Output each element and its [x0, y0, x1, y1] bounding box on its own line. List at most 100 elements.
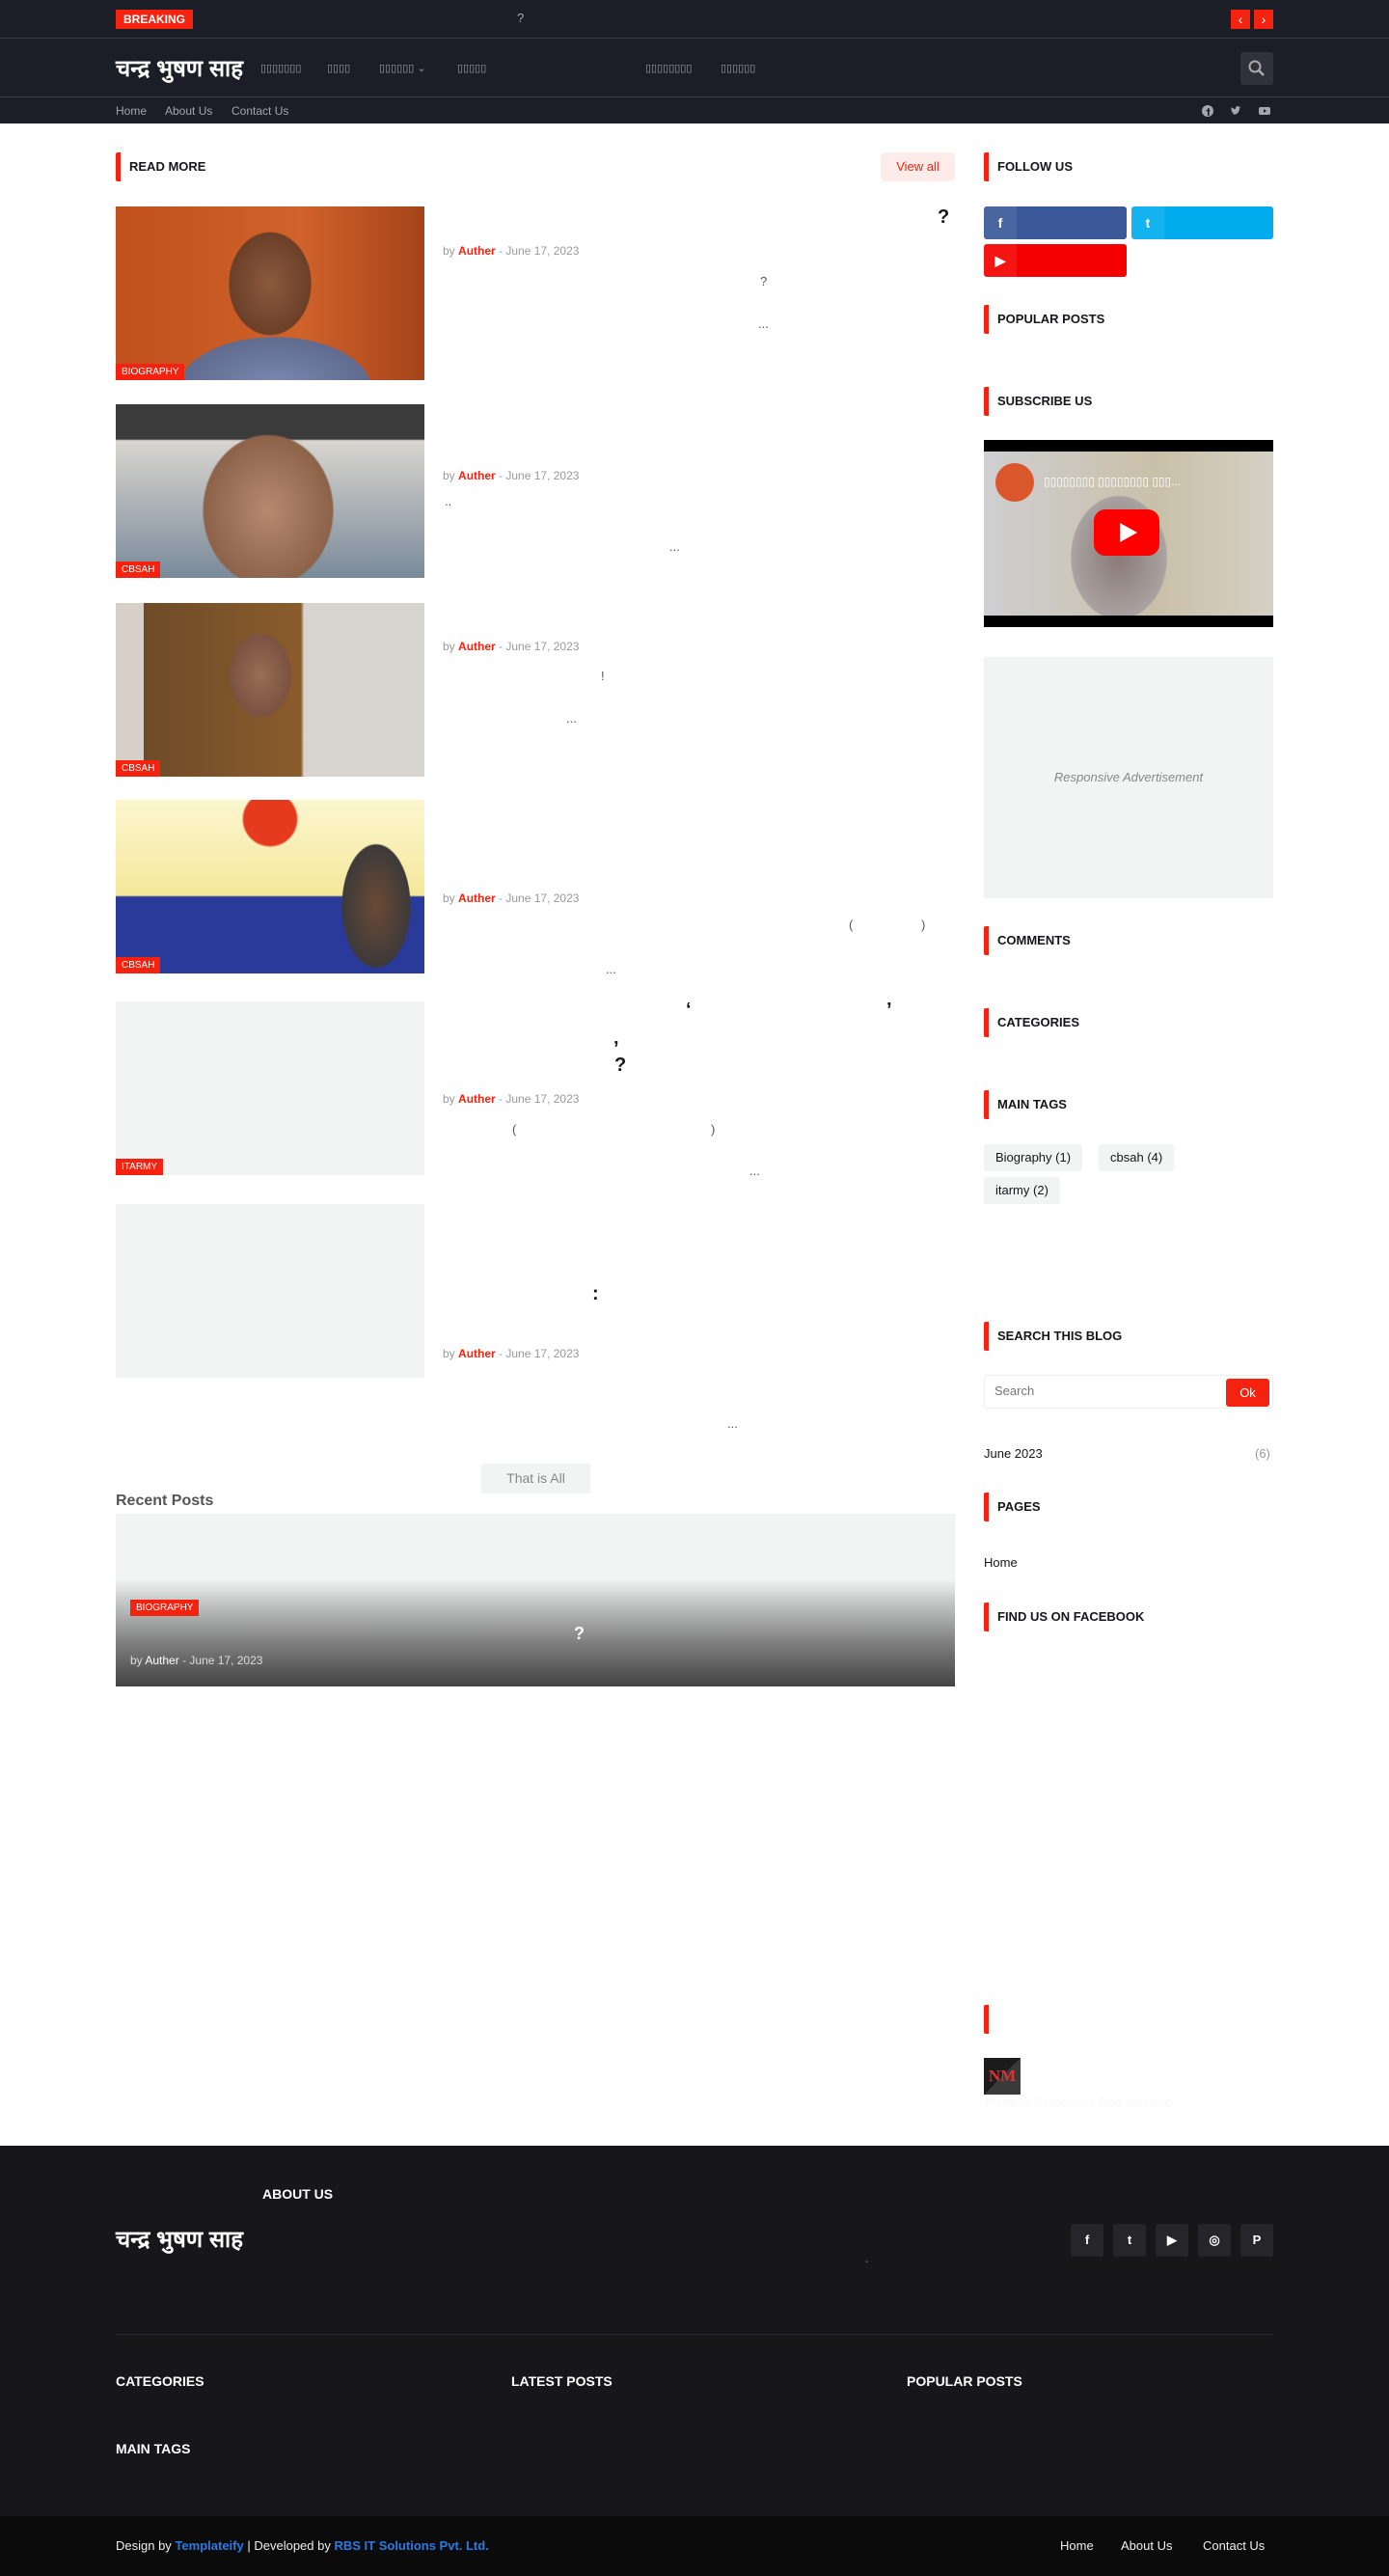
nav-item[interactable]: ▯▯▯▯▯▯: [721, 62, 755, 74]
footer-home-link[interactable]: Home: [1060, 2538, 1094, 2553]
view-all-button[interactable]: View all: [881, 152, 955, 181]
tag-biography[interactable]: Biography (1): [984, 1144, 1083, 1171]
youtube-follow-button[interactable]: ▶: [984, 244, 1127, 277]
post-title[interactable]: ?: [938, 206, 949, 229]
category-badge[interactable]: CBSAH: [116, 760, 161, 777]
youtube-video-embed[interactable]: ▯▯▯▯▯▯▯▯ ▯▯▯▯▯▯▯▯ ▯▯▯...: [984, 440, 1273, 627]
search-input[interactable]: [994, 1384, 1187, 1398]
archive-count: (6): [1255, 1446, 1270, 1461]
author-link[interactable]: Auther: [458, 640, 496, 653]
footer-contact-link[interactable]: Contact Us: [1203, 2538, 1265, 2553]
post-thumbnail[interactable]: ITARMY: [116, 1001, 424, 1175]
subnav-contact-link[interactable]: Contact Us: [232, 104, 288, 118]
subnav-about-link[interactable]: About Us: [165, 104, 212, 118]
post-item[interactable]: : by Auther - June 17, 2023 ...: [116, 1204, 955, 1431]
tag-itarmy[interactable]: itarmy (2): [984, 1177, 1060, 1204]
post-meta: by Auther - June 17, 2023: [443, 1092, 580, 1106]
author-link[interactable]: Auther: [458, 891, 496, 905]
recent-post-card[interactable]: BIOGRAPHY ? by Auther - June 17, 2023: [116, 1514, 955, 1686]
footer-instagram-icon[interactable]: ◎: [1198, 2224, 1231, 2257]
post-date: June 17, 2023: [505, 891, 580, 905]
breaking-ticker-text[interactable]: ?: [517, 11, 524, 25]
footer-categories-title: CATEGORIES: [116, 2373, 204, 2389]
search-button[interactable]: [1240, 52, 1273, 85]
post-thumbnail[interactable]: CBSAH: [116, 603, 424, 777]
tag-count: (4): [1147, 1150, 1163, 1165]
category-badge[interactable]: CBSAH: [116, 957, 161, 973]
twitter-follow-button[interactable]: t: [1131, 206, 1273, 239]
author-link[interactable]: Auther: [458, 244, 496, 258]
post-item[interactable]: CBSAH by Auther - June 17, 2023 ( ) ...: [116, 800, 955, 976]
video-title[interactable]: ▯▯▯▯▯▯▯▯ ▯▯▯▯▯▯▯▯ ▯▯▯...: [1044, 475, 1181, 488]
widget-title-search: SEARCH THIS BLOG: [984, 1322, 1122, 1351]
breaking-bar: BREAKING ? ‹ ›: [0, 0, 1389, 39]
rbs-link[interactable]: RBS IT Solutions Pvt. Ltd.: [334, 2538, 488, 2553]
facebook-follow-button[interactable]: f: [984, 206, 1127, 239]
post-meta: by Auther - June 17, 2023: [443, 469, 580, 482]
post-thumbnail[interactable]: BIOGRAPHY: [116, 206, 424, 380]
widget-title-find-us-facebook: FIND US ON FACEBOOK: [984, 1603, 1144, 1631]
author-link[interactable]: Auther: [458, 1092, 496, 1106]
post-title[interactable]: ’: [886, 1000, 892, 1022]
twitter-icon: t: [1131, 206, 1164, 239]
footer-youtube-icon[interactable]: ▶: [1156, 2224, 1188, 2257]
author-link[interactable]: Auther: [458, 1347, 496, 1360]
post-excerpt: !: [601, 669, 605, 683]
tag-cbsah[interactable]: cbsah (4): [1099, 1144, 1175, 1171]
footer-about-link[interactable]: About Us: [1121, 2538, 1172, 2553]
widget-title-comments: COMMENTS: [984, 926, 1071, 955]
footer-logo[interactable]: चन्द्र भुषण साह: [116, 2223, 243, 2255]
category-badge[interactable]: ITARMY: [116, 1159, 164, 1175]
nav-item[interactable]: ▯▯▯▯: [327, 62, 350, 74]
pages-home-link[interactable]: Home: [984, 1555, 1018, 1570]
subnav-home-link[interactable]: Home: [116, 104, 147, 118]
author-link[interactable]: Auther: [458, 469, 496, 482]
post-title[interactable]: :: [592, 1283, 599, 1305]
post-title[interactable]: ?: [614, 1055, 626, 1077]
post-item[interactable]: CBSAH by Auther - June 17, 2023 .. ...: [116, 404, 955, 578]
youtube-icon: ▶: [984, 244, 1017, 277]
nav-item[interactable]: ▯▯▯▯▯▯▯: [260, 62, 301, 74]
recent-posts-title: Recent Posts: [116, 1493, 214, 1509]
post-thumbnail[interactable]: CBSAH: [116, 800, 424, 973]
youtube-icon[interactable]: [1259, 105, 1270, 117]
post-title[interactable]: ‘: [686, 1000, 692, 1022]
nm-logo[interactable]: NM: [984, 2058, 1021, 2095]
archive-month-link[interactable]: June 2023: [984, 1446, 1043, 1461]
category-badge[interactable]: CBSAH: [116, 562, 161, 578]
recent-post-title[interactable]: ?: [574, 1624, 585, 1644]
post-excerpt-ellipsis: ...: [606, 962, 616, 976]
play-button[interactable]: [1094, 509, 1159, 556]
post-item[interactable]: BIOGRAPHY ? by Auther - June 17, 2023 ? …: [116, 206, 955, 380]
category-badge[interactable]: BIOGRAPHY: [130, 1600, 200, 1616]
footer-facebook-icon[interactable]: f: [1071, 2224, 1103, 2257]
post-meta: by Auther - June 17, 2023: [443, 640, 580, 653]
footer-twitter-icon[interactable]: t: [1113, 2224, 1146, 2257]
footer-pinterest-icon[interactable]: P: [1240, 2224, 1273, 2257]
channel-avatar[interactable]: [995, 463, 1034, 502]
post-excerpt-ellipsis: ...: [566, 711, 577, 726]
category-badge[interactable]: BIOGRAPHY: [116, 364, 185, 380]
ticker-next-button[interactable]: ›: [1254, 10, 1273, 29]
author-link[interactable]: Auther: [145, 1654, 178, 1667]
breaking-badge: BREAKING: [116, 10, 193, 29]
by-label: by: [443, 1347, 455, 1360]
search-submit-button[interactable]: Ok: [1226, 1379, 1269, 1407]
site-logo[interactable]: चन्द्र भुषण साह: [116, 52, 243, 84]
post-item[interactable]: CBSAH by Auther - June 17, 2023 ! ...: [116, 603, 955, 777]
templateify-link[interactable]: Templateify: [175, 2538, 243, 2553]
nav-item[interactable]: ▯▯▯▯▯▯▯▯: [645, 62, 692, 74]
facebook-icon[interactable]: [1202, 105, 1213, 117]
nav-item-dropdown[interactable]: ▯▯▯▯▯▯ ⌄: [379, 62, 426, 74]
post-thumbnail[interactable]: [116, 1204, 424, 1378]
post-item[interactable]: ITARMY ‘ ’ ’ ? by Auther - June 17, 2023…: [116, 1000, 955, 1178]
separator: |: [247, 2538, 251, 2553]
nav-item[interactable]: ▯▯▯▯▯: [457, 62, 486, 74]
twitter-icon[interactable]: [1230, 105, 1241, 117]
post-date: June 17, 2023: [505, 640, 580, 653]
ticker-prev-button[interactable]: ‹: [1231, 10, 1250, 29]
by-label: by: [443, 640, 455, 653]
post-meta: by Auther - June 17, 2023: [443, 1347, 580, 1360]
that-is-all-button[interactable]: That is All: [481, 1464, 590, 1494]
post-thumbnail[interactable]: CBSAH: [116, 404, 424, 578]
